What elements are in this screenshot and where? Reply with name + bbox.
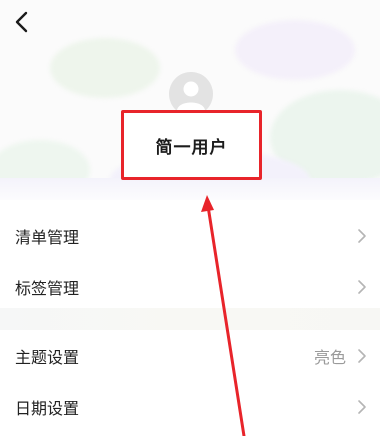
menu-item-label: 主题设置: [15, 347, 80, 367]
menu-item-label: 日期设置: [15, 398, 80, 418]
chevron-right-icon: [356, 348, 368, 364]
menu-item-label: 清单管理: [15, 227, 80, 247]
decorative-blob: [235, 20, 355, 80]
header-fade: [0, 178, 380, 200]
menu-group-management: 清单管理 标签管理: [0, 210, 380, 312]
section-divider: [0, 308, 380, 330]
menu-item-date-settings[interactable]: 日期设置: [0, 381, 380, 432]
menu-item-label: 标签管理: [15, 278, 80, 298]
decorative-blob: [50, 38, 160, 98]
menu-group-settings: 主题设置 亮色 日期设置: [0, 330, 380, 432]
menu-item-theme-settings[interactable]: 主题设置 亮色: [0, 330, 380, 381]
chevron-right-icon: [356, 399, 368, 415]
back-button[interactable]: [8, 8, 36, 40]
menu-item-tag-management[interactable]: 标签管理: [0, 261, 380, 312]
chevron-left-icon: [14, 10, 30, 38]
profile-settings-page: 简一用户 清单管理 标签管理 主题设置 亮色 日期设置: [0, 0, 380, 436]
menu-item-list-management[interactable]: 清单管理: [0, 210, 380, 261]
chevron-right-icon: [356, 279, 368, 295]
username-highlight-box[interactable]: 简一用户: [121, 110, 262, 180]
theme-value: 亮色: [313, 347, 346, 367]
username: 简一用户: [155, 137, 228, 158]
chevron-right-icon: [356, 228, 368, 244]
